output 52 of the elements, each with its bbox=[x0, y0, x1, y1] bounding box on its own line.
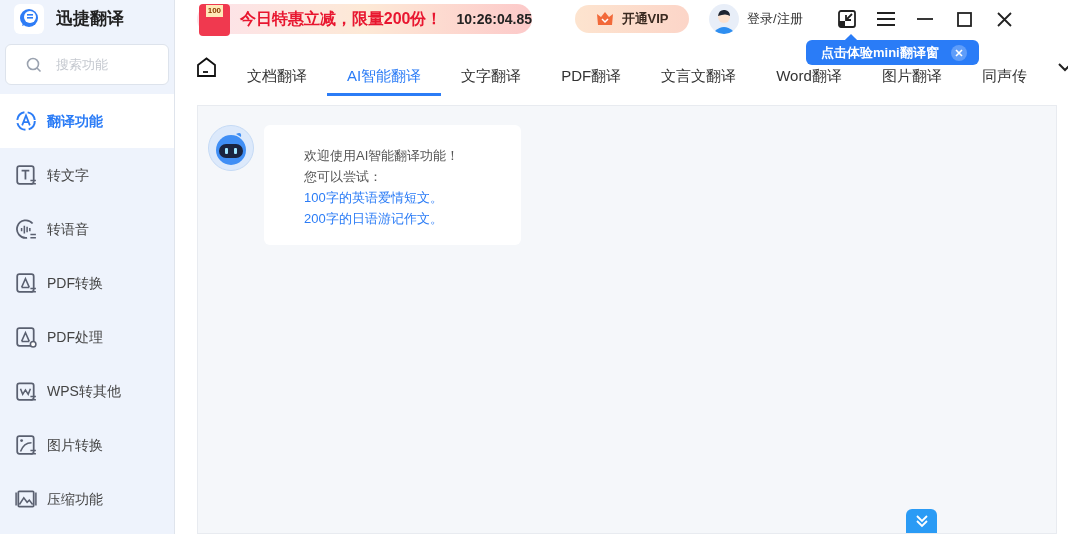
robot-avatar-icon bbox=[208, 125, 254, 171]
tab[interactable]: 文档翻译 bbox=[227, 38, 327, 96]
tab[interactable]: PDF翻译 bbox=[541, 38, 642, 96]
document-convert-icon bbox=[15, 380, 37, 402]
double-chevron-down-icon bbox=[914, 514, 929, 528]
vip-button[interactable]: 开通VIP bbox=[575, 5, 689, 33]
close-button[interactable] bbox=[996, 11, 1012, 27]
minimize-icon bbox=[916, 18, 933, 20]
tab[interactable]: AI智能翻译 bbox=[327, 38, 442, 96]
crown-icon bbox=[595, 12, 614, 26]
home-icon[interactable] bbox=[196, 56, 217, 78]
avatar-icon bbox=[709, 4, 739, 34]
tab[interactable]: 文言文翻译 bbox=[641, 38, 757, 96]
search-field[interactable]: 搜索功能 bbox=[5, 44, 169, 85]
sidebar-item[interactable]: 翻译功能 bbox=[0, 94, 174, 148]
suggestion-link[interactable]: 200字的日语游记作文。 bbox=[304, 208, 443, 229]
prompt-text: 您可以尝试： bbox=[304, 168, 383, 186]
promo-text: 今日特惠立减，限量200份！ bbox=[239, 9, 443, 29]
close-icon bbox=[954, 48, 963, 57]
greeting-text: 欢迎使用AI智能翻译功能！ bbox=[304, 147, 461, 165]
app-logo-icon bbox=[14, 4, 44, 34]
sidebar-item[interactable]: 图片转换 bbox=[0, 418, 174, 472]
app-title: 迅捷翻译 bbox=[56, 8, 124, 31]
promo-banner[interactable]: 100 今日特惠立减，限量200份！ 10:26:04.85 bbox=[197, 4, 532, 34]
translate-icon bbox=[15, 110, 37, 132]
image-compress-icon bbox=[15, 488, 37, 510]
pdf-settings-icon bbox=[15, 326, 37, 348]
mini-window-button[interactable] bbox=[836, 9, 857, 29]
sidebar-item[interactable]: PDF处理 bbox=[0, 310, 174, 364]
tab[interactable]: 同声传 bbox=[961, 38, 1033, 96]
sidebar-item[interactable]: 压缩功能 bbox=[0, 472, 174, 526]
tab[interactable]: 文字翻译 bbox=[441, 38, 542, 96]
text-convert-icon bbox=[15, 164, 37, 186]
countdown-timer: 10:26:04.85 bbox=[456, 9, 532, 29]
pdf-convert-icon bbox=[15, 272, 37, 294]
login-button[interactable]: 登录/注册 bbox=[709, 4, 803, 34]
image-convert-icon bbox=[15, 434, 37, 456]
envelope-label: 100 bbox=[205, 5, 224, 17]
search-icon bbox=[26, 57, 42, 73]
sidebar-item[interactable]: PDF转换 bbox=[0, 256, 174, 310]
scroll-down-button[interactable] bbox=[906, 509, 937, 533]
sidebar-item[interactable]: WPS转其他 bbox=[0, 364, 174, 418]
sidebar-item[interactable]: 转语音 bbox=[0, 202, 174, 256]
menu-button[interactable] bbox=[876, 11, 895, 27]
close-tooltip-button[interactable] bbox=[950, 44, 967, 61]
chevron-down-icon[interactable] bbox=[1058, 62, 1068, 72]
suggestion-link[interactable]: 100字的英语爱情短文。 bbox=[304, 187, 443, 208]
tooltip-text: 点击体验mini翻译窗 bbox=[821, 43, 939, 62]
minimize-button[interactable] bbox=[916, 18, 933, 20]
maximize-button[interactable] bbox=[956, 11, 972, 27]
voice-convert-icon bbox=[15, 218, 37, 240]
sidebar-item[interactable]: 转文字 bbox=[0, 148, 174, 202]
